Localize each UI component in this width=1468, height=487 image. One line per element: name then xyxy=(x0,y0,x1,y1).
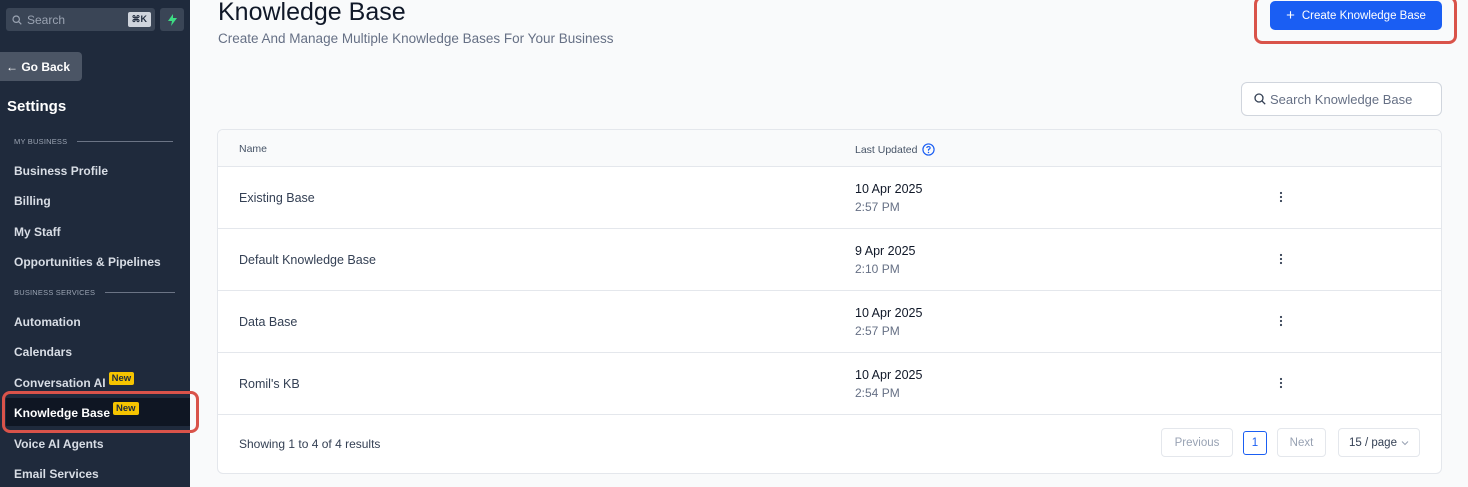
page-number-button[interactable]: 1 xyxy=(1243,431,1267,455)
row-name: Existing Base xyxy=(239,191,315,205)
new-badge: New xyxy=(108,372,135,385)
section-label-text: BUSINESS SERVICES xyxy=(14,288,96,297)
row-date: 10 Apr 2025 xyxy=(855,368,923,382)
sidebar-item-business-profile[interactable]: Business Profile xyxy=(14,164,108,178)
help-icon[interactable] xyxy=(922,143,936,156)
search-shortcut-badge: ⌘K xyxy=(127,12,151,27)
page-title: Knowledge Base xyxy=(218,0,406,26)
search-placeholder: Search Knowledge Base xyxy=(1270,91,1413,107)
sidebar-item-automation[interactable]: Automation xyxy=(14,315,81,329)
per-page-value: 15 / page xyxy=(1349,436,1397,449)
section-label-business-services: BUSINESS SERVICES xyxy=(14,288,176,297)
chevron-down-icon xyxy=(1401,440,1409,445)
sidebar-item-calendars[interactable]: Calendars xyxy=(14,345,72,359)
section-divider xyxy=(105,292,176,293)
settings-title: Settings xyxy=(7,98,67,115)
table-row[interactable]: Data Base 10 Apr 2025 2:57 PM xyxy=(218,291,1441,353)
row-time: 2:57 PM xyxy=(855,324,900,338)
highlight-outline-create xyxy=(1254,0,1457,44)
table-row[interactable]: Default Knowledge Base 9 Apr 2025 2:10 P… xyxy=(218,229,1441,291)
table-row[interactable]: Existing Base 10 Apr 2025 2:57 PM xyxy=(218,167,1441,229)
previous-page-button[interactable]: Previous xyxy=(1161,428,1233,457)
more-options-icon[interactable] xyxy=(1277,251,1285,267)
more-options-icon[interactable] xyxy=(1277,189,1285,205)
row-time: 2:54 PM xyxy=(855,386,900,400)
section-divider xyxy=(77,141,174,142)
row-name: Romil's KB xyxy=(239,377,300,391)
go-back-button[interactable]: ← Go Back xyxy=(0,52,82,81)
search-icon xyxy=(12,14,22,25)
column-header-last-updated: Last Updated xyxy=(855,143,936,156)
sidebar-item-label: Conversation AI xyxy=(14,376,106,390)
sidebar-item-opportunities-pipelines[interactable]: Opportunities & Pipelines xyxy=(14,255,161,269)
sidebar-search-placeholder: Search xyxy=(27,12,66,27)
row-date: 9 Apr 2025 xyxy=(855,244,916,258)
table-row[interactable]: Romil's KB 10 Apr 2025 2:54 PM xyxy=(218,353,1441,415)
knowledge-base-table: Name Last Updated Existing Base 10 Apr 2… xyxy=(217,129,1442,474)
sidebar-item-voice-ai-agents[interactable]: Voice AI Agents xyxy=(14,437,104,451)
sidebar-item-billing[interactable]: Billing xyxy=(14,194,51,208)
results-summary: Showing 1 to 4 of 4 results xyxy=(239,437,381,451)
sidebar-item-my-staff[interactable]: My Staff xyxy=(14,225,61,239)
page-subtitle: Create And Manage Multiple Knowledge Bas… xyxy=(218,31,614,46)
table-header: Name Last Updated xyxy=(218,130,1441,167)
row-name: Default Knowledge Base xyxy=(239,253,376,267)
row-name: Data Base xyxy=(239,315,298,329)
column-header-label: Last Updated xyxy=(855,143,918,156)
more-options-icon[interactable] xyxy=(1277,313,1285,329)
quick-action-button[interactable] xyxy=(160,8,184,31)
search-icon xyxy=(1254,93,1266,105)
sidebar-item-conversation-ai[interactable]: Conversation AI New xyxy=(14,372,135,391)
next-page-button[interactable]: Next xyxy=(1277,428,1326,457)
row-time: 2:57 PM xyxy=(855,200,900,214)
row-time: 2:10 PM xyxy=(855,262,900,276)
per-page-select[interactable]: 15 / page xyxy=(1338,428,1420,457)
bolt-icon xyxy=(167,13,177,26)
column-header-name: Name xyxy=(239,143,268,155)
knowledge-base-search-input[interactable]: Search Knowledge Base xyxy=(1241,82,1442,116)
section-label-my-business: MY BUSINESS xyxy=(14,137,174,146)
highlight-outline-sidebar xyxy=(2,391,199,433)
more-options-icon[interactable] xyxy=(1277,375,1285,391)
table-footer: Showing 1 to 4 of 4 results Previous 1 N… xyxy=(218,415,1441,473)
row-date: 10 Apr 2025 xyxy=(855,306,923,320)
section-label-text: MY BUSINESS xyxy=(14,137,68,146)
row-date: 10 Apr 2025 xyxy=(855,182,923,196)
sidebar-search-input[interactable]: Search ⌘K xyxy=(6,8,155,31)
sidebar-item-email-services[interactable]: Email Services xyxy=(14,467,99,481)
